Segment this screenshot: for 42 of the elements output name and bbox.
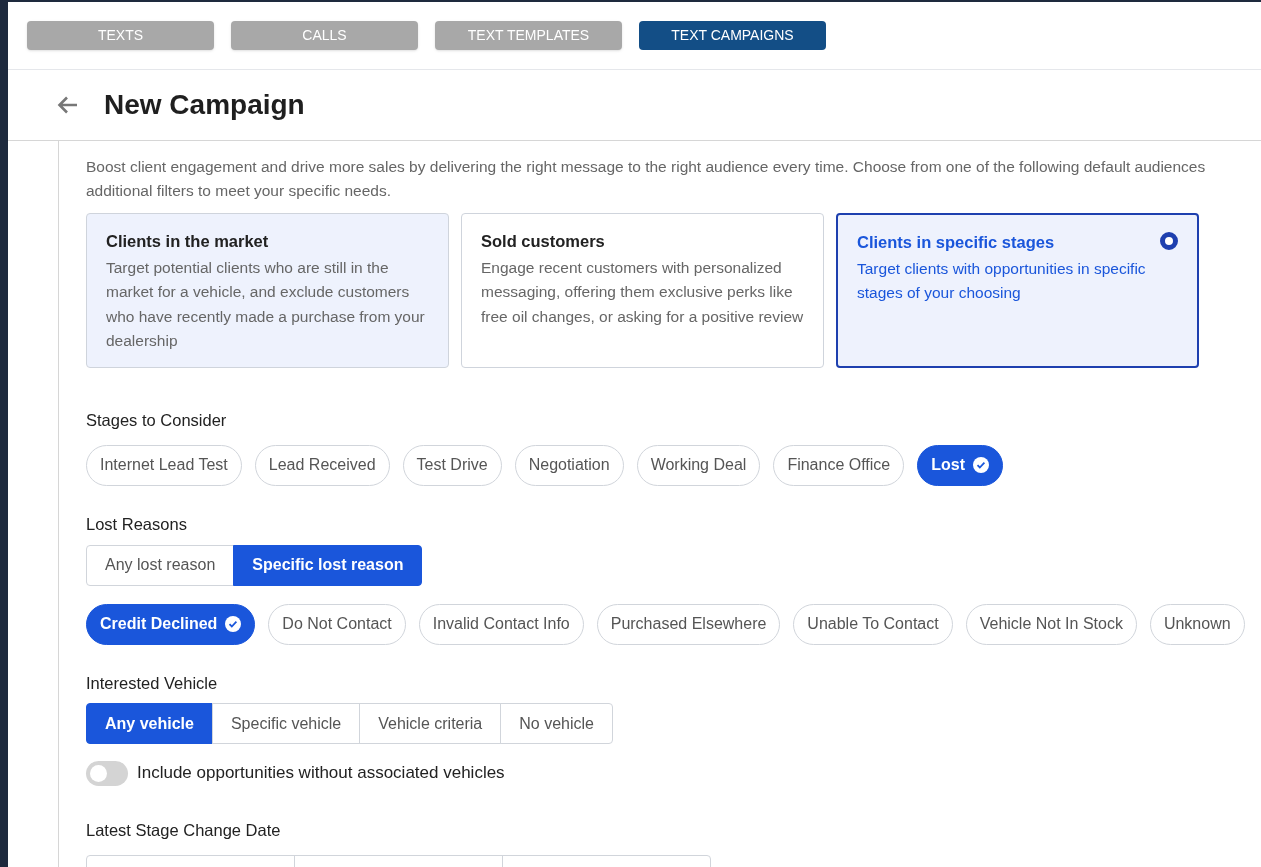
radio-selected-icon[interactable] (1160, 232, 1178, 250)
card-title: Clients in the market (106, 231, 269, 252)
section-description: additional filters to meet your specific needs. (86, 181, 391, 201)
filter-chip[interactable]: Lead Received (254, 444, 390, 486)
check-icon (973, 457, 990, 474)
field-label: Lost Reasons (86, 513, 187, 535)
audience-card[interactable]: Sold customers Engage recent customers with personalized messaging, offering them exclusive perks like free oil changes, or asking for a positive review (461, 213, 824, 368)
audience-card[interactable]: Clients in specific stages Target clients with opportunities in specific stages of your choosing (836, 213, 1199, 368)
audience-card[interactable]: Clients in the market Target potential clients who are still in the market for a vehicle, and exclude customers who have recently made a purchase from your dealership (86, 213, 449, 368)
segment-button[interactable]: Any vehicle (86, 703, 213, 745)
segment-button[interactable]: No vehicle (500, 703, 613, 745)
page-title: New Campaign (104, 88, 305, 122)
segment-button[interactable]: Any lost reason (86, 544, 235, 586)
filter-chip[interactable]: Finance Office (773, 444, 905, 486)
filter-chip[interactable]: Internet Lead Test (86, 444, 242, 486)
filter-chip[interactable]: Purchased Elsewhere (596, 603, 781, 645)
filter-chip[interactable]: Lost (917, 444, 1004, 486)
field-label: Stages to Consider (86, 410, 227, 431)
segment-button[interactable]: Vehicle criteria (359, 703, 502, 745)
card-title: Clients in specific stages (857, 232, 1055, 253)
toggle-switch[interactable] (86, 760, 128, 786)
nav-tab[interactable]: TEXT CAMPAIGNS (639, 21, 826, 50)
filter-chip[interactable]: Unknown (1149, 603, 1245, 645)
filter-chip[interactable]: Credit Declined (86, 603, 256, 645)
filter-chip[interactable]: Working Deal (636, 444, 761, 486)
filter-chip[interactable]: Invalid Contact Info (418, 603, 584, 645)
filter-chip[interactable]: Negotiation (514, 444, 624, 486)
filter-chip[interactable]: Do Not Contact (268, 603, 406, 645)
card-description: Engage recent customers with personalized messaging, offering them exclusive perks like free oil changes, or asking for a positive review (481, 257, 804, 327)
field-label: Latest Stage Change Date (86, 819, 281, 841)
card-description: Target potential clients who are still in the market for a vehicle, and exclude customers who have recently made a purchase from your dealership (106, 257, 426, 352)
filter-chip[interactable]: Unable To Contact (793, 603, 953, 645)
filter-chip[interactable]: Vehicle Not In Stock (965, 603, 1137, 645)
card-description: Target clients with opportunities in specific stages of your choosing (857, 258, 1147, 304)
field-label: Interested Vehicle (86, 672, 218, 694)
toggle-label: Include opportunities without associated vehicles (137, 762, 505, 785)
filter-chip[interactable]: Test Drive (402, 444, 502, 486)
card-title: Sold customers (481, 231, 605, 252)
segment-button[interactable]: Specific vehicle (211, 703, 361, 745)
section-description: Boost client engagement and drive more sales by delivering the right message to the right audience every time. Choose from one of the following default audiences (86, 157, 1206, 177)
segment-button[interactable]: Specific lost reason (233, 544, 423, 586)
check-icon (225, 616, 242, 632)
